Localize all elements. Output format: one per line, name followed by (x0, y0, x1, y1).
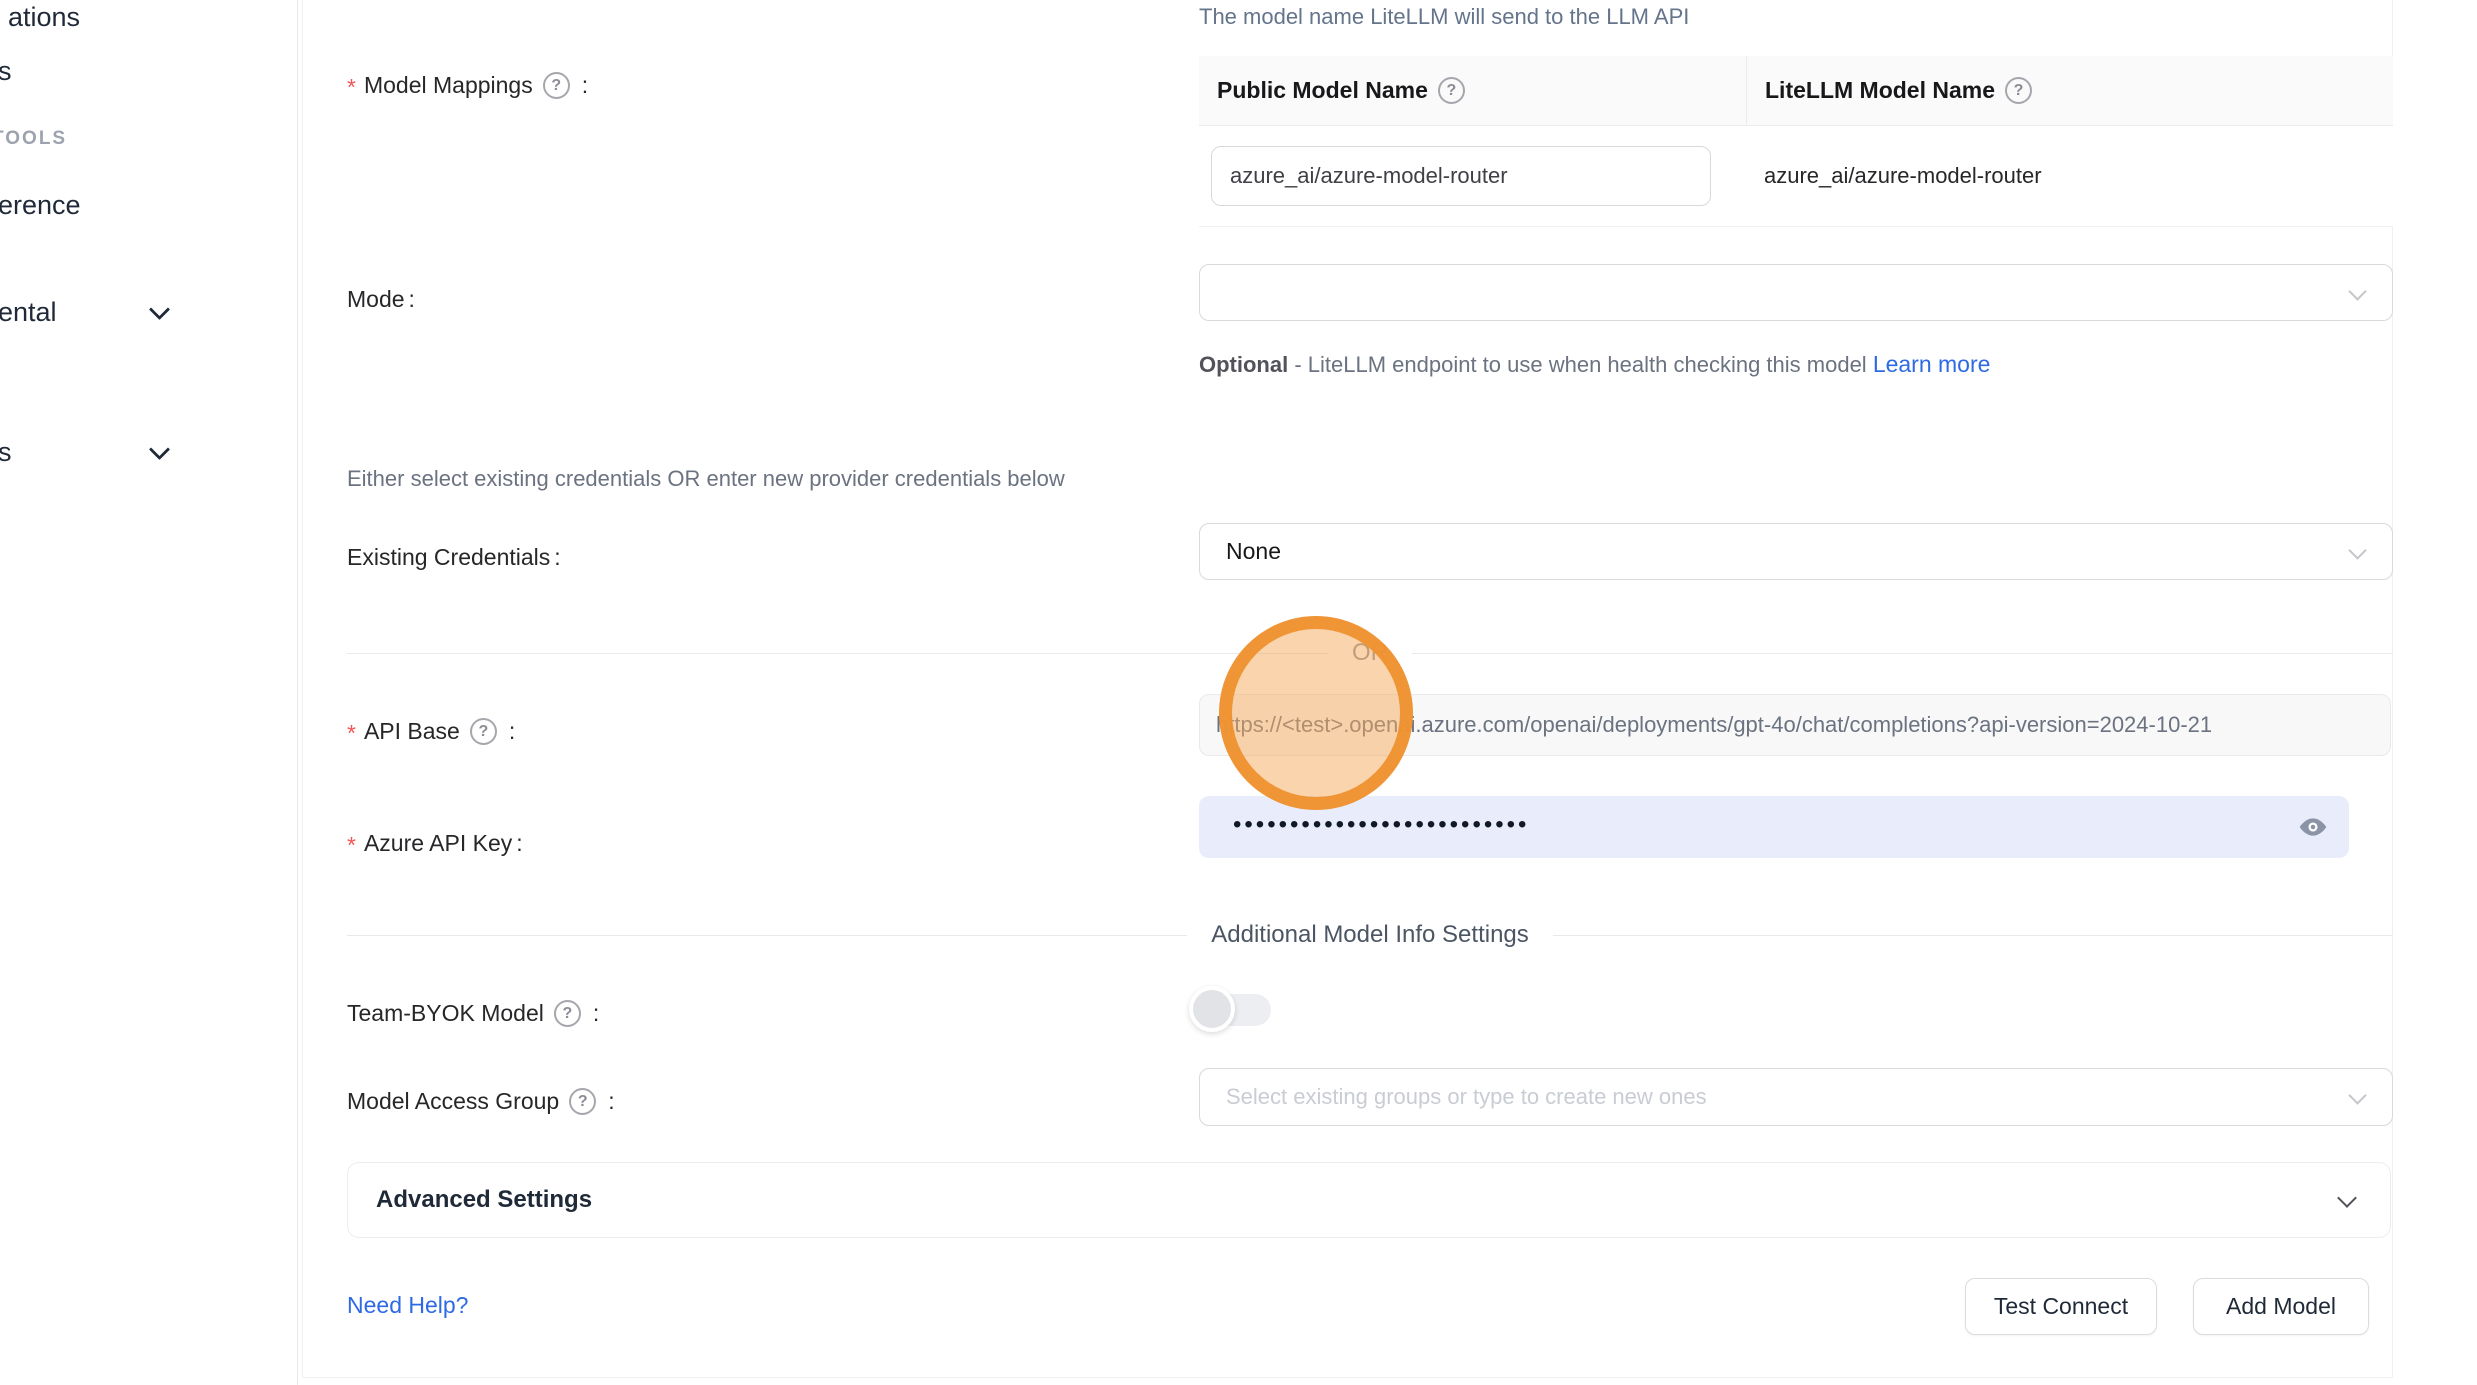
model-mappings-label: * Model Mappings ? : (347, 72, 588, 99)
api-base-label: * API Base ? : (347, 718, 515, 745)
mode-select[interactable] (1199, 264, 2393, 321)
chevron-down-icon[interactable] (149, 439, 170, 460)
chevron-down-icon (2348, 1086, 2366, 1104)
colon: : (516, 830, 522, 857)
additional-settings-divider: Additional Model Info Settings (347, 918, 2393, 952)
api-base-label-text: API Base (364, 718, 460, 745)
chevron-down-icon (2348, 541, 2366, 559)
model-mappings-table: Public Model Name ? LiteLLM Model Name ?… (1199, 56, 2393, 227)
table-header-row: Public Model Name ? LiteLLM Model Name ? (1199, 56, 2393, 126)
add-model-form: The model name LiteLLM will send to the … (302, 0, 2393, 1378)
mode-help-body: - LiteLLM endpoint to use when health ch… (1288, 352, 1873, 377)
help-question-icon[interactable]: ? (470, 718, 497, 745)
azure-api-key-input[interactable]: •••••••••••••••••••••••••• (1199, 796, 2349, 858)
divider-line (1553, 935, 2393, 936)
required-asterisk: * (347, 74, 356, 101)
sidebar-item-reference[interactable]: erence (0, 190, 81, 221)
add-model-button[interactable]: Add Model (2193, 1278, 2369, 1335)
learn-more-link[interactable]: Learn more (1873, 351, 1991, 377)
eye-icon[interactable] (2297, 811, 2329, 843)
colon: : (608, 1088, 614, 1115)
help-question-icon[interactable]: ? (543, 72, 570, 99)
toggle-knob (1189, 986, 1235, 1032)
model-access-group-select[interactable]: Select existing groups or type to create… (1199, 1068, 2393, 1126)
model-access-group-label-text: Model Access Group (347, 1088, 559, 1115)
public-model-name-input[interactable]: azure_ai/azure-model-router (1211, 146, 1711, 206)
masked-api-key-value: •••••••••••••••••••••••••• (1233, 811, 1529, 839)
sidebar-item-organizations[interactable]: ations (8, 2, 80, 33)
azure-api-key-label: * Azure API Key : (347, 830, 523, 857)
help-question-icon[interactable]: ? (1438, 77, 1465, 104)
advanced-settings-title: Advanced Settings (376, 1186, 592, 1214)
model-access-group-placeholder: Select existing groups or type to create… (1226, 1084, 1707, 1110)
table-row: azure_ai/azure-model-router azure_ai/azu… (1199, 126, 2393, 226)
column-header-label: LiteLLM Model Name (1765, 77, 1995, 104)
colon: : (554, 544, 560, 571)
help-question-icon[interactable]: ? (569, 1088, 596, 1115)
colon: : (509, 718, 515, 745)
existing-credentials-label: Existing Credentials : (347, 544, 561, 571)
mode-help-bold: Optional (1199, 352, 1288, 377)
colon: : (582, 72, 588, 99)
api-base-input[interactable]: https://<test>.openai.azure.com/openai/d… (1199, 694, 2391, 756)
test-connect-button[interactable]: Test Connect (1965, 1278, 2157, 1335)
required-asterisk: * (347, 720, 356, 747)
or-divider: OR (347, 636, 2393, 670)
sidebar-item[interactable]: s (0, 437, 12, 468)
divider-line (1412, 653, 2393, 654)
mode-label-text: Mode (347, 286, 405, 313)
existing-credentials-value: None (1226, 538, 1281, 565)
colon: : (593, 1000, 599, 1027)
azure-api-key-label-text: Azure API Key (364, 830, 512, 857)
team-byok-label: Team-BYOK Model ? : (347, 1000, 599, 1027)
model-access-group-label: Model Access Group ? : (347, 1088, 615, 1115)
column-header-label: Public Model Name (1217, 77, 1428, 104)
model-name-help-text: The model name LiteLLM will send to the … (1199, 4, 1689, 30)
mode-help-text: Optional - LiteLLM endpoint to use when … (1199, 344, 2279, 385)
help-question-icon[interactable]: ? (554, 1000, 581, 1027)
chevron-down-icon (2337, 1188, 2357, 1208)
existing-credentials-select[interactable]: None (1199, 523, 2393, 580)
need-help-link[interactable]: Need Help? (347, 1292, 468, 1319)
sidebar-item-experimental[interactable]: ental (0, 297, 57, 328)
sidebar: ations s TOOLS erence ental s (0, 0, 298, 1385)
chevron-down-icon (2348, 282, 2366, 300)
add-model-page: { "ui": { "asterisk": "*", "colon": ":",… (0, 0, 2477, 1385)
sidebar-section-tools: TOOLS (0, 128, 67, 150)
column-header-public-model-name: Public Model Name ? (1199, 56, 1746, 125)
advanced-settings-panel[interactable]: Advanced Settings (347, 1162, 2391, 1238)
credentials-note: Either select existing credentials OR en… (347, 466, 1065, 492)
additional-settings-divider-text: Additional Model Info Settings (1187, 921, 1553, 949)
or-divider-text: OR (1328, 639, 1412, 667)
public-model-name-cell: azure_ai/azure-model-router (1199, 146, 1746, 206)
required-asterisk: * (347, 832, 356, 859)
mode-label: Mode : (347, 286, 415, 313)
chevron-down-icon[interactable] (149, 299, 170, 320)
column-header-litellm-model-name: LiteLLM Model Name ? (1746, 56, 2393, 125)
divider-line (347, 935, 1187, 936)
divider-line (347, 653, 1328, 654)
sidebar-item[interactable]: s (0, 56, 12, 87)
litellm-model-name-cell: azure_ai/azure-model-router (1746, 163, 2393, 189)
existing-credentials-label-text: Existing Credentials (347, 544, 550, 571)
model-mappings-label-text: Model Mappings (364, 72, 533, 99)
colon: : (409, 286, 415, 313)
help-question-icon[interactable]: ? (2005, 77, 2032, 104)
team-byok-toggle[interactable] (1195, 994, 1271, 1026)
team-byok-label-text: Team-BYOK Model (347, 1000, 544, 1027)
